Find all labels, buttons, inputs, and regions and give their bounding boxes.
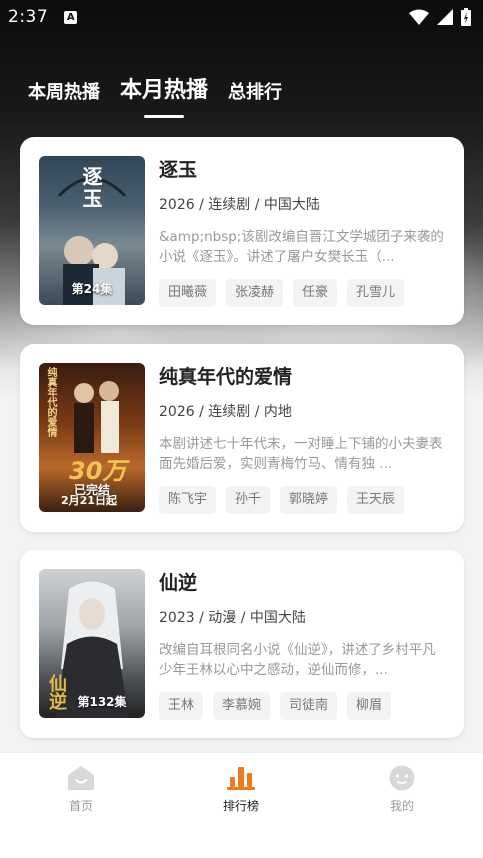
cast-tag[interactable]: 孔雪儿 <box>347 279 405 307</box>
show-card[interactable]: 纯真年代的爱情 30万 2月21日起 已完结 纯真年代的爱情 2026 / 连续… <box>20 344 464 532</box>
cast-tag[interactable]: 郭晓婷 <box>280 486 338 514</box>
ranking-tabs: 本周热播 本月热播 总排行 <box>28 72 282 118</box>
wifi-icon <box>409 9 429 25</box>
cast-list: 王林 李慕婉 司徒南 柳眉 <box>159 692 446 720</box>
cast-list: 田曦薇 张凌赫 任豪 孔雪儿 <box>159 279 446 307</box>
cast-tag[interactable]: 司徒南 <box>280 692 338 720</box>
home-icon <box>68 766 94 790</box>
show-meta: 2026 / 连续剧 / 中国大陆 <box>159 197 320 213</box>
poster-title-text: 逐玉 <box>79 166 103 210</box>
cast-tag[interactable]: 柳眉 <box>347 692 392 720</box>
cast-tag[interactable]: 王天辰 <box>347 486 405 514</box>
cast-tag[interactable]: 陈飞宇 <box>159 486 217 514</box>
cast-tag[interactable]: 任豪 <box>293 279 338 307</box>
nav-ranking[interactable]: 排行榜 <box>201 765 281 814</box>
cast-tag[interactable]: 孙千 <box>226 486 271 514</box>
show-title: 仙逆 <box>159 572 198 594</box>
battery-icon <box>461 8 471 26</box>
show-title: 逐玉 <box>159 159 198 181</box>
poster-title-text: 纯真年代的爱情 <box>45 367 56 437</box>
show-description: &amp;nbsp;该剧改编自晋江文学城团子来袭的小说《逐玉》。讲述了屠户女樊长… <box>159 229 444 265</box>
bottom-navigation: 首页 排行榜 我的 <box>0 752 483 858</box>
show-description: 本剧讲述七十年代末，一对睡上下铺的小夫妻表面先婚后爱，实则青梅竹马、情有独 ..… <box>159 436 443 472</box>
signal-icon <box>437 9 453 25</box>
show-meta: 2026 / 连续剧 / 内地 <box>159 404 292 420</box>
show-title: 纯真年代的爱情 <box>159 366 293 388</box>
show-card[interactable]: 仙逆 第132集 仙逆 2023 / 动漫 / 中国大陆 改编自耳根同名小说《仙… <box>20 550 464 738</box>
nav-home[interactable]: 首页 <box>41 765 121 814</box>
show-poster[interactable]: 逐玉 第24集 <box>39 156 145 305</box>
cast-tag[interactable]: 田曦薇 <box>159 279 217 307</box>
status-badge: 已完结 <box>73 483 110 497</box>
show-description: 改编自耳根同名小说《仙逆》，讲述了乡村平凡少年王林以心中之感动，逆仙而修，... <box>159 642 436 678</box>
cast-list: 陈飞宇 孙千 郭晓婷 王天辰 <box>159 486 446 514</box>
nav-home-label: 首页 <box>68 799 93 813</box>
show-poster[interactable]: 仙逆 第132集 <box>39 569 145 718</box>
status-bar: 2:37 A <box>0 0 483 34</box>
cast-tag[interactable]: 王林 <box>159 692 204 720</box>
episode-badge: 第24集 <box>71 282 113 296</box>
tab-monthly[interactable]: 本月热播 <box>120 72 208 118</box>
cast-tag[interactable]: 张凌赫 <box>226 279 284 307</box>
cast-tag[interactable]: 李慕婉 <box>213 692 271 720</box>
nav-profile-label: 我的 <box>389 799 414 813</box>
show-meta: 2023 / 动漫 / 中国大陆 <box>159 610 306 626</box>
tab-overall[interactable]: 总排行 <box>228 78 282 118</box>
show-card[interactable]: 逐玉 第24集 逐玉 2026 / 连续剧 / 中国大陆 &amp;nbsp;该… <box>20 137 464 325</box>
episode-badge: 第132集 <box>77 695 127 709</box>
nav-profile[interactable]: 我的 <box>362 765 442 814</box>
nav-ranking-label: 排行榜 <box>222 799 259 813</box>
tab-weekly[interactable]: 本周热播 <box>28 78 100 118</box>
status-time: 2:37 <box>8 7 49 27</box>
show-poster[interactable]: 纯真年代的爱情 30万 2月21日起 已完结 <box>39 363 145 512</box>
ranking-icon <box>227 767 255 790</box>
notification-icon: A <box>64 10 78 24</box>
profile-icon <box>389 765 415 791</box>
